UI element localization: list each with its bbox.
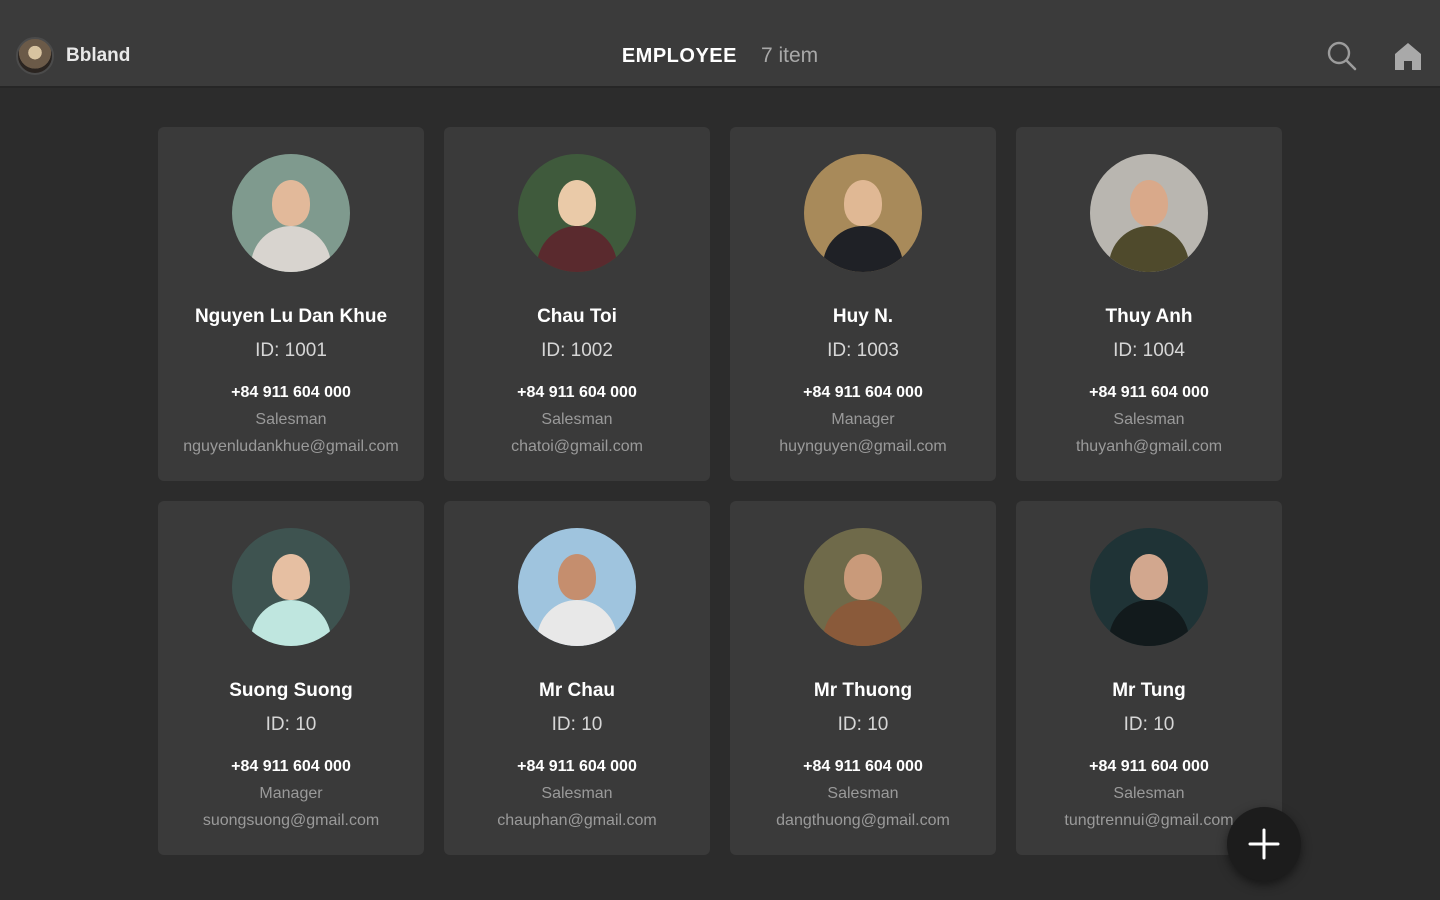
employee-email: tungtrennui@gmail.com [1064, 812, 1234, 829]
employee-grid: Nguyen Lu Dan Khue ID: 1001 +84 911 604 00… [158, 127, 1284, 855]
employee-name: Chau Toi [537, 306, 617, 327]
avatar-body [251, 226, 331, 272]
avatar-head [558, 554, 596, 600]
employee-avatar[interactable] [804, 528, 922, 646]
employee-phone: +84 911 604 000 [231, 758, 351, 775]
employee-avatar[interactable] [232, 528, 350, 646]
employee-phone: +84 911 604 000 [1089, 384, 1209, 401]
employee-id: ID: 1002 [541, 340, 613, 361]
item-count: 7 item [760, 44, 819, 67]
top-bar: Bbland EMPLOYEE 7 item [0, 0, 1440, 88]
employee-email: thuyanh@gmail.com [1075, 438, 1223, 455]
avatar-head [844, 554, 882, 600]
avatar-body [537, 226, 617, 272]
employee-phone: +84 911 604 000 [803, 758, 923, 775]
add-employee-button[interactable] [1227, 807, 1301, 881]
employee-card[interactable]: Mr Tung ID: 10 +84 911 604 000 Salesman tung… [1016, 501, 1282, 855]
employee-id: ID: 1001 [255, 340, 327, 361]
employee-card[interactable]: Mr Chau ID: 10 +84 911 604 000 Salesman chau… [444, 501, 710, 855]
employee-role: Salesman [1113, 785, 1185, 802]
home-icon [1395, 43, 1421, 70]
employee-avatar[interactable] [804, 154, 922, 272]
employee-email: huynguyen@gmail.com [779, 438, 947, 455]
employee-name: Thuy Anh [1105, 306, 1193, 327]
avatar-head [558, 180, 596, 226]
employee-id: ID: 10 [837, 714, 889, 735]
avatar-head [844, 180, 882, 226]
employee-role: Salesman [541, 785, 613, 802]
employee-id: ID: 10 [1123, 714, 1175, 735]
employee-name: Mr Tung [1112, 680, 1186, 701]
employee-email: chatoi@gmail.com [511, 438, 643, 455]
page-title: EMPLOYEE [621, 44, 737, 67]
employee-card[interactable]: Suong Suong ID: 10 +84 911 604 000 Manager s… [158, 501, 424, 855]
employee-name: Nguyen Lu Dan Khue [194, 306, 388, 327]
employee-name: Huy N. [832, 306, 894, 327]
employee-email: suongsuong@gmail.com [202, 812, 380, 829]
employee-screen: Bbland EMPLOYEE 7 item Nguyen Lu Dan Khu… [0, 0, 1440, 900]
employee-name: Mr Thuong [813, 680, 913, 701]
employee-role: Salesman [827, 785, 899, 802]
employee-card[interactable]: Thuy Anh ID: 1004 +84 911 604 000 Salesman t… [1016, 127, 1282, 481]
employee-role: Salesman [1113, 411, 1185, 428]
employee-phone: +84 911 604 000 [803, 384, 923, 401]
employee-role: Salesman [541, 411, 613, 428]
employee-id: ID: 1003 [827, 340, 899, 361]
avatar-head [1130, 180, 1168, 226]
employee-name: Mr Chau [539, 680, 615, 701]
employee-name: Suong Suong [229, 680, 353, 701]
avatar-head [272, 554, 310, 600]
avatar-body [537, 600, 617, 646]
avatar-body [251, 600, 331, 646]
employee-id: ID: 1004 [1113, 340, 1185, 361]
employee-avatar[interactable] [232, 154, 350, 272]
avatar-body [1109, 226, 1189, 272]
employee-card[interactable]: Chau Toi ID: 1002 +84 911 604 000 Salesman c… [444, 127, 710, 481]
employee-phone: +84 911 604 000 [231, 384, 351, 401]
employee-avatar[interactable] [518, 528, 636, 646]
home-button[interactable] [1388, 36, 1428, 76]
employee-card[interactable]: Mr Thuong ID: 10 +84 911 604 000 Salesman da… [730, 501, 996, 855]
avatar-body [1109, 600, 1189, 646]
employee-role: Manager [259, 785, 323, 802]
search-button[interactable] [1322, 36, 1362, 76]
avatar-head [272, 180, 310, 226]
employee-card[interactable]: Huy N. ID: 1003 +84 911 604 000 Manager huyn… [730, 127, 996, 481]
employee-phone: +84 911 604 000 [517, 384, 637, 401]
avatar-head [1130, 554, 1168, 600]
employee-avatar[interactable] [1090, 528, 1208, 646]
employee-role: Manager [831, 411, 895, 428]
employee-phone: +84 911 604 000 [517, 758, 637, 775]
plus-icon [1248, 828, 1280, 860]
title-area: EMPLOYEE 7 item [0, 36, 1440, 76]
avatar-body [823, 226, 903, 272]
employee-email: chauphan@gmail.com [497, 812, 657, 829]
employee-card[interactable]: Nguyen Lu Dan Khue ID: 1001 +84 911 604 00… [158, 127, 424, 481]
employee-email: nguyenludankhue@gmail.com [183, 438, 399, 455]
avatar-body [823, 600, 903, 646]
employee-avatar[interactable] [518, 154, 636, 272]
employee-avatar[interactable] [1090, 154, 1208, 272]
employee-phone: +84 911 604 000 [1089, 758, 1209, 775]
employee-id: ID: 10 [265, 714, 317, 735]
employee-role: Salesman [255, 411, 327, 428]
employee-id: ID: 10 [551, 714, 603, 735]
employee-email: dangthuong@gmail.com [776, 812, 950, 829]
search-icon [1327, 41, 1357, 71]
